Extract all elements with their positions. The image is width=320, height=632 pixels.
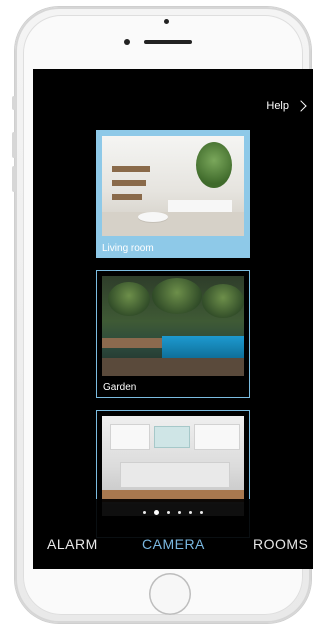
app-screen: Help Living room Garden ALARM CAMERA ROO…	[33, 69, 313, 569]
tab-camera[interactable]: CAMERA	[142, 536, 205, 552]
pagination-dots	[33, 510, 313, 515]
camera-label: Garden	[103, 382, 137, 393]
camera-card-garden[interactable]: Garden	[96, 270, 250, 398]
shelf	[112, 166, 150, 172]
page-dot[interactable]	[167, 511, 170, 514]
front-camera	[124, 39, 130, 45]
help-label: Help	[266, 100, 289, 112]
deck-edge	[102, 358, 244, 376]
shelf	[112, 180, 146, 186]
bottom-tab-bar: ALARM CAMERA ROOMS	[33, 536, 313, 560]
earpiece-speaker	[144, 40, 192, 44]
floor	[102, 212, 244, 236]
help-link[interactable]: Help	[266, 100, 307, 112]
volume-up-button	[12, 132, 16, 158]
tree	[202, 284, 244, 318]
kitchen-island	[120, 462, 230, 488]
volume-down-button	[12, 166, 16, 192]
page-dot[interactable]	[200, 511, 203, 514]
tree	[152, 278, 202, 314]
page-dot[interactable]	[189, 511, 192, 514]
camera-label: Living room	[102, 243, 154, 254]
camera-thumbnail	[102, 276, 244, 376]
home-button[interactable]	[149, 573, 191, 615]
cabinet	[110, 424, 150, 450]
page-dot[interactable]	[143, 511, 146, 514]
camera-thumbnail	[102, 136, 244, 236]
coffee-table	[138, 212, 168, 222]
plant	[196, 142, 232, 188]
camera-card-living-room[interactable]: Living room	[96, 130, 250, 258]
tree	[108, 282, 150, 316]
chevron-right-icon	[295, 100, 307, 112]
front-sensor	[164, 19, 169, 24]
cabinet	[194, 424, 240, 450]
tab-rooms[interactable]: ROOMS	[253, 536, 308, 552]
window	[154, 426, 190, 448]
pool	[162, 336, 244, 358]
shelf	[112, 194, 142, 200]
mute-switch	[12, 96, 16, 110]
tab-alarm[interactable]: ALARM	[47, 536, 98, 552]
page-dot-active[interactable]	[154, 510, 159, 515]
page-dot[interactable]	[178, 511, 181, 514]
